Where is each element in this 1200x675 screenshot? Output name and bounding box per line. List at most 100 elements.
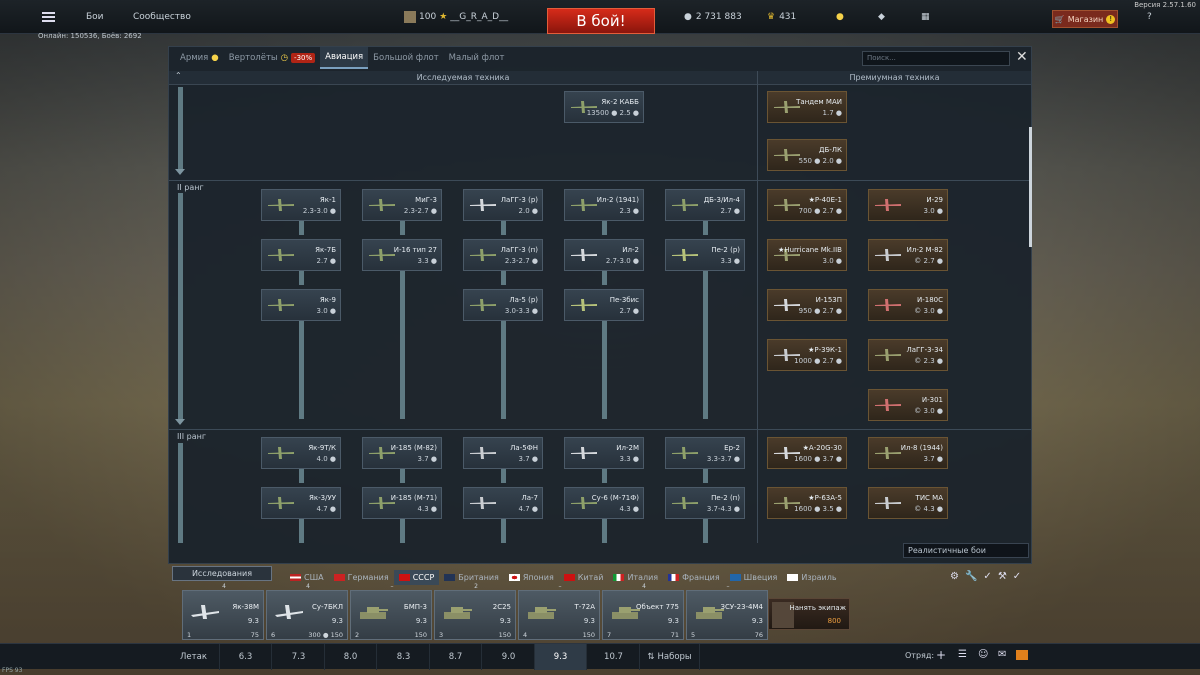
- premium-vehicle-card[interactable]: ЛаГГ-3-34 © 2.3 ●: [868, 339, 948, 371]
- crew-slot[interactable]: 4 Як-38М 9.3 1 75: [182, 583, 264, 640]
- slot-footer: 300 ● 150: [308, 631, 343, 639]
- gear-icon[interactable]: ⚙: [950, 571, 959, 582]
- vehicle-card[interactable]: Пе-2 (р) 3.3 ●: [665, 239, 745, 271]
- vehicle-name: И-153П: [815, 296, 842, 304]
- add-squad-icon[interactable]: +: [936, 648, 946, 662]
- crew-slot[interactable]: – БМП-3 9.3 2 150: [350, 583, 432, 640]
- vehicle-card[interactable]: Як-9Т/К 4.0 ●: [261, 437, 341, 469]
- br-option[interactable]: 7.3: [273, 644, 325, 670]
- br-option-selected[interactable]: 9.3: [535, 644, 587, 670]
- vehicle-card[interactable]: Як-1 2.3-3.0 ●: [261, 189, 341, 221]
- br-option[interactable]: 8.7: [430, 644, 482, 670]
- friends-icon[interactable]: ☺: [978, 649, 988, 660]
- vehicle-card[interactable]: Ил-2М 3.3 ●: [564, 437, 644, 469]
- tab-bluewater-fleet[interactable]: Большой флот: [368, 47, 444, 69]
- tab-coastal-fleet[interactable]: Малый флот: [444, 47, 510, 69]
- premium-vehicle-card[interactable]: Тандем МАИ 1.7 ●: [767, 91, 847, 123]
- vehicle-card[interactable]: И-185 (М-82) 3.7 ●: [362, 437, 442, 469]
- premium-vehicle-card[interactable]: И-153П 950 ● 2.7 ●: [767, 289, 847, 321]
- mail-icon[interactable]: [1016, 650, 1028, 660]
- vehicle-card[interactable]: Як-3/УУ 4.7 ●: [261, 487, 341, 519]
- vehicle-card[interactable]: Ла-7 4.7 ●: [463, 487, 543, 519]
- br-option[interactable]: 8.0: [325, 644, 377, 670]
- research-toggle[interactable]: Исследования: [172, 566, 272, 581]
- plane-icon: [672, 497, 698, 509]
- premium-vehicle-card[interactable]: ДБ-ЛК 550 ● 2.0 ●: [767, 139, 847, 171]
- vehicle-card[interactable]: Пе-3бис 2.7 ●: [564, 289, 644, 321]
- vehicle-card[interactable]: Як-9 3.0 ●: [261, 289, 341, 321]
- premium-vehicle-card[interactable]: ★А-20G-30 1600 ● 3.7 ●: [767, 437, 847, 469]
- tree-connector: [299, 271, 304, 285]
- premium-vehicle-card[interactable]: ТИС МА © 4.3 ●: [868, 487, 948, 519]
- repair-all-icon[interactable]: ⚒: [998, 571, 1007, 582]
- tab-helicopters[interactable]: Вертолёты ◷ -30%: [224, 47, 320, 69]
- plane-icon: [875, 447, 901, 459]
- premium-vehicle-card[interactable]: И-29 3.0 ●: [868, 189, 948, 221]
- vehicle-card[interactable]: Ла-5ФН 3.7 ●: [463, 437, 543, 469]
- wrench-icon[interactable]: 🔧: [965, 571, 977, 582]
- premium-header: Премиумная техника: [758, 71, 1031, 85]
- vehicle-card[interactable]: Ер-2 3.3-3.7 ●: [665, 437, 745, 469]
- tree-scrollbar[interactable]: [1029, 127, 1032, 247]
- chat-icon[interactable]: ✉: [998, 649, 1006, 660]
- premium-vehicle-card[interactable]: И-180С © 3.0 ●: [868, 289, 948, 321]
- vehicle-name: Ер-2: [724, 444, 740, 452]
- vehicle-br: 3.0 ●: [316, 307, 336, 315]
- vehicle-card[interactable]: Ла-5 (р) 3.0-3.3 ●: [463, 289, 543, 321]
- br-option[interactable]: 10.7: [588, 644, 640, 670]
- shop-button[interactable]: 🛒 Магазин !: [1052, 10, 1118, 28]
- crew-slot[interactable]: 4 Су-7БКЛ 9.3 6 300 ● 150: [266, 583, 348, 640]
- hire-crew-cost: 800: [827, 617, 841, 625]
- online-counter: Онлайн: 150536, Боёв: 2692: [38, 32, 142, 40]
- vehicle-card[interactable]: ДБ-3/Ил-4 2.7 ●: [665, 189, 745, 221]
- search-input[interactable]: Поиск...: [862, 51, 1010, 66]
- coupons-icon[interactable]: ▦: [921, 0, 930, 34]
- presets-button[interactable]: ⇅ Наборы: [640, 644, 700, 670]
- nation-israel[interactable]: Израиль: [782, 570, 841, 585]
- contacts-icon[interactable]: ☰: [958, 649, 967, 660]
- collapse-icon[interactable]: ⌃: [175, 71, 182, 80]
- premium-vehicle-card[interactable]: ★Hurricane Mk.IIB 3.0 ●: [767, 239, 847, 271]
- lightbulb-icon[interactable]: ●: [836, 0, 844, 34]
- vehicle-card[interactable]: Як-7Б 2.7 ●: [261, 239, 341, 271]
- nav-battles[interactable]: Бои: [86, 0, 104, 34]
- premium-vehicle-card[interactable]: ★Р-40Е-1 700 ● 2.7 ●: [767, 189, 847, 221]
- premium-vehicle-card[interactable]: И-301 © 3.0 ●: [868, 389, 948, 421]
- player-profile[interactable]: 100 ★ __G_R_A_D__: [404, 0, 508, 34]
- br-option[interactable]: 8.3: [378, 644, 430, 670]
- close-icon[interactable]: ✕: [1016, 49, 1028, 65]
- check-icon[interactable]: ✓: [983, 571, 991, 582]
- hire-crew-button[interactable]: Нанять экипаж 800: [768, 598, 850, 630]
- crew-slot[interactable]: – ЗСУ-23-4М4 9.3 5 76: [686, 583, 768, 640]
- vehicle-card[interactable]: ЛаГГ-3 (п) 2.3-2.7 ●: [463, 239, 543, 271]
- vehicle-card[interactable]: МиГ-3 2.3-2.7 ●: [362, 189, 442, 221]
- br-filter-label[interactable]: Летак: [168, 644, 220, 670]
- vehicle-card[interactable]: Пе-2 (п) 3.7-4.3 ●: [665, 487, 745, 519]
- vehicle-card[interactable]: Ил-2 2.7-3.0 ●: [564, 239, 644, 271]
- vehicle-card[interactable]: Ил-2 (1941) 2.3 ●: [564, 189, 644, 221]
- crew-slot[interactable]: – Т-72А 9.3 4 150: [518, 583, 600, 640]
- premium-vehicle-card[interactable]: Ил-8 (1944) 3.7 ●: [868, 437, 948, 469]
- tab-army[interactable]: Армия ●: [175, 47, 224, 69]
- br-option[interactable]: 9.0: [483, 644, 535, 670]
- br-option[interactable]: 6.3: [220, 644, 272, 670]
- vehicle-card[interactable]: Як-2 КАББ 13500 ● 2.5 ●: [564, 91, 644, 123]
- menu-icon[interactable]: [42, 0, 56, 34]
- premium-vehicle-card[interactable]: Ил-2 М-82 © 2.7 ●: [868, 239, 948, 271]
- to-battle-button[interactable]: В бой!: [547, 8, 655, 34]
- premium-vehicle-card[interactable]: ★Р-63А-5 1600 ● 3.5 ●: [767, 487, 847, 519]
- crew-slot[interactable]: 2 2С25 9.3 3 150: [434, 583, 516, 640]
- nav-community[interactable]: Сообщество: [133, 0, 191, 34]
- orders-icon[interactable]: ◆: [878, 0, 885, 34]
- plane-icon: [672, 249, 698, 261]
- game-mode-select[interactable]: Реалистичные бои: [903, 543, 1029, 558]
- premium-vehicle-card[interactable]: ★Р-39К-1 1000 ● 2.7 ●: [767, 339, 847, 371]
- vehicle-name: Пе-3бис: [609, 296, 639, 304]
- vehicle-card[interactable]: И-16 тип 27 3.3 ●: [362, 239, 442, 271]
- crew-slot[interactable]: 4 Объект 775 9.3 7 71: [602, 583, 684, 640]
- check-icon[interactable]: ✓: [1013, 571, 1021, 582]
- vehicle-card[interactable]: Су-6 (М-71Ф) 4.3 ●: [564, 487, 644, 519]
- tab-aviation[interactable]: Авиация: [320, 47, 369, 69]
- vehicle-card[interactable]: И-185 (М-71) 4.3 ●: [362, 487, 442, 519]
- vehicle-card[interactable]: ЛаГГ-3 (р) 2.0 ●: [463, 189, 543, 221]
